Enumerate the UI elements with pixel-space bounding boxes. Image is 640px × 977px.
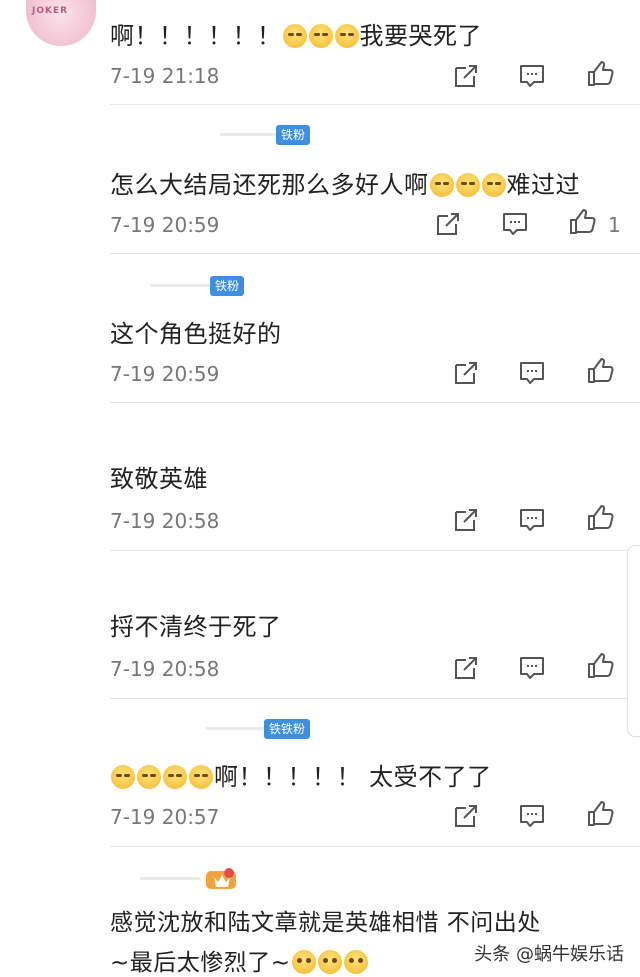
comment-item: 感觉沈放和陆文章就是英雄相惜 不问出处 ~最后太惨烈了~ 头条 @蜗牛娱乐话 [0, 847, 640, 976]
like-icon[interactable] [586, 800, 614, 828]
comment-item: 铁粉 怎么大结局还死那么多好人啊 难过过 7-19 20:59 1 [0, 105, 640, 253]
comment-text: 啊！！！！！！ 我要哭死了 [110, 22, 482, 50]
avatar[interactable]: JOKER [26, 0, 96, 46]
watermark: 头条 @蜗牛娱乐话 [474, 944, 624, 965]
comment-icon[interactable] [501, 210, 529, 238]
crying-emoji-icon [429, 173, 454, 197]
username[interactable] [220, 133, 276, 136]
comment-icon[interactable] [518, 654, 546, 682]
comment-text: 这个角色挺好的 [110, 320, 282, 348]
comment-time: 7-19 20:59 [110, 213, 220, 237]
share-icon[interactable] [452, 802, 480, 830]
comment-time: 7-19 20:58 [110, 657, 220, 681]
comment-time: 7-19 20:57 [110, 805, 220, 829]
like-icon[interactable] [586, 60, 614, 88]
comment-icon[interactable] [518, 506, 546, 534]
like-icon[interactable] [586, 652, 614, 680]
comment-item: 捋不清终于死了 7-19 20:58 [0, 551, 640, 699]
comment-time: 7-19 20:59 [110, 362, 220, 386]
fan-badge: 铁粉 [276, 125, 311, 145]
scared-emoji-icon [317, 950, 342, 974]
fan-badge: 铁粉 [210, 276, 245, 296]
comment-text-line2: ~最后太惨烈了~ [110, 943, 369, 977]
comment-item: JOKER 啊！！！！！！ 我要哭死了 7-19 21:18 [0, 0, 640, 105]
comment-text: 捋不清终于死了 [110, 613, 282, 641]
scared-emoji-icon [343, 950, 368, 974]
fan-badge: 铁铁粉 [264, 719, 311, 739]
crown-badge-icon [204, 865, 238, 891]
comment-item: 铁铁粉 啊！！！！！ 太受不了了 7-19 20:57 [0, 699, 640, 847]
share-icon[interactable] [452, 359, 480, 387]
username[interactable] [140, 877, 200, 880]
crying-emoji-icon [334, 24, 359, 48]
username[interactable] [150, 284, 210, 287]
comment-icon[interactable] [518, 802, 546, 830]
share-icon[interactable] [452, 62, 480, 90]
like-count: 1 [608, 213, 621, 237]
crying-emoji-icon [481, 173, 506, 197]
crying-emoji-icon [111, 765, 135, 789]
share-icon[interactable] [452, 506, 480, 534]
comment-time: 7-19 20:58 [110, 509, 220, 533]
crying-emoji-icon [282, 24, 307, 48]
crying-emoji-icon [189, 765, 213, 789]
crying-emoji-icon [163, 765, 187, 789]
like-icon[interactable] [568, 208, 596, 236]
like-icon[interactable] [586, 357, 614, 385]
share-icon[interactable] [434, 210, 462, 238]
username[interactable] [206, 727, 266, 730]
crying-emoji-icon [308, 24, 333, 48]
comment-item: 致敬英雄 7-19 20:58 [0, 403, 640, 551]
comment-text: 感觉沈放和陆文章就是英雄相惜 不问出处 [110, 910, 541, 936]
scrollbar[interactable] [627, 545, 640, 737]
like-icon[interactable] [586, 504, 614, 532]
comment-icon[interactable] [518, 62, 546, 90]
comment-text: 怎么大结局还死那么多好人啊 难过过 [110, 171, 580, 199]
crying-emoji-icon [137, 765, 161, 789]
crying-emoji-icon [455, 173, 480, 197]
comment-time: 7-19 21:18 [110, 64, 220, 88]
comment-text: 啊！！！！！ 太受不了了 [110, 757, 492, 792]
scared-emoji-icon [291, 950, 316, 974]
comment-item: 铁粉 这个角色挺好的 7-19 20:59 [0, 254, 640, 402]
comment-icon[interactable] [518, 359, 546, 387]
share-icon[interactable] [452, 654, 480, 682]
comment-text: 致敬英雄 [110, 465, 208, 493]
